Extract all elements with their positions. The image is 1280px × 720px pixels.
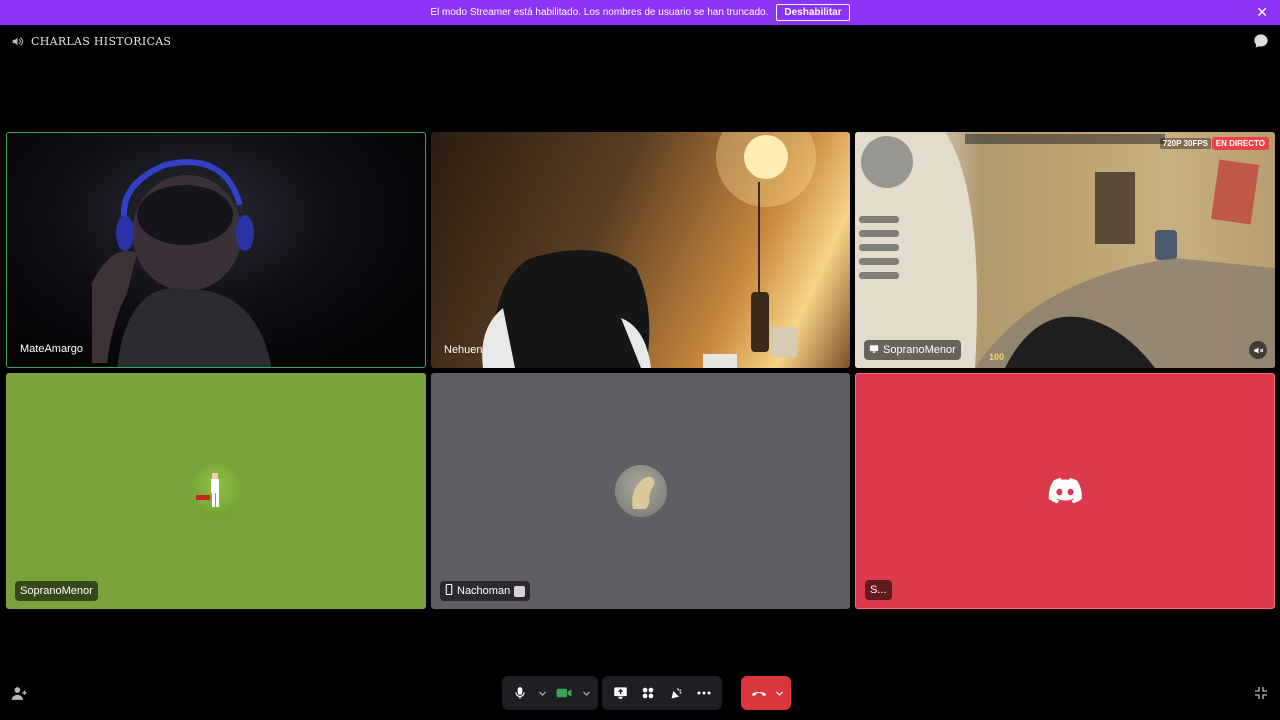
actions-control-group — [602, 676, 722, 710]
placeholder-tile[interactable]: S... — [855, 373, 1275, 609]
microphone-icon[interactable] — [508, 681, 532, 705]
participant-name-tag: S... — [865, 580, 892, 600]
chevron-down-icon[interactable] — [773, 681, 785, 705]
camera-feed — [92, 159, 272, 367]
participant-name: S... — [870, 584, 887, 596]
participant-name: Nachoman — [457, 585, 511, 597]
chevron-down-icon[interactable] — [536, 681, 548, 705]
stream-tile-sopranomenor[interactable]: 720P 30FPS EN DIRECTO SopranoMenor 100 — [855, 132, 1275, 368]
chevron-down-icon[interactable] — [580, 681, 592, 705]
banner-message: El modo Streamer está habilitado. Los no… — [430, 7, 769, 18]
disable-streamer-mode-button[interactable]: Deshabilitar — [776, 4, 850, 21]
mobile-device-icon — [445, 583, 453, 598]
video-tile-nehuen[interactable]: Nehuen — [431, 132, 850, 368]
speaker-icon — [11, 34, 25, 48]
avatar-tile-sopranomenor[interactable]: SopranoMenor — [6, 373, 426, 609]
participant-name-tag: Nachoman — [440, 581, 531, 601]
participant-name: Nehuen — [444, 344, 483, 356]
participant-name: MateAmargo — [20, 343, 83, 355]
video-tile-mateamargo[interactable]: MateAmargo — [6, 132, 426, 368]
chat-bubble-icon[interactable] — [1253, 33, 1269, 49]
exit-fullscreen-icon[interactable] — [1253, 685, 1269, 701]
soundboard-icon[interactable] — [664, 681, 688, 705]
hang-up-icon[interactable] — [747, 681, 771, 705]
participant-name-tag: Nehuen — [440, 340, 488, 360]
camera-feed — [482, 132, 816, 368]
more-icon[interactable] — [692, 681, 716, 705]
status-emoji-icon — [514, 585, 526, 597]
screen-share-icon — [869, 344, 879, 357]
participant-name-tag: MateAmargo — [16, 339, 88, 359]
mute-stream-icon[interactable] — [1249, 341, 1267, 359]
mic-control-group — [502, 676, 598, 710]
participant-name: SopranoMenor — [883, 344, 956, 356]
stream-feed — [855, 132, 1275, 368]
camera-icon[interactable] — [552, 681, 576, 705]
participant-name-tag: SopranoMenor — [864, 340, 961, 360]
stream-resolution-badge: 720P 30FPS — [1159, 138, 1211, 149]
banner-close-icon[interactable]: ✕ — [1256, 4, 1268, 20]
avatar-tile-nachoman[interactable]: Nachoman — [431, 373, 850, 609]
game-health-value: 100 — [989, 352, 1005, 362]
streamer-mode-banner: El modo Streamer está habilitado. Los no… — [0, 0, 1280, 25]
activities-icon[interactable] — [636, 681, 660, 705]
participant-name: SopranoMenor — [20, 585, 93, 597]
avatar — [190, 465, 242, 517]
call-header: CHARLAS HISTORICAS — [0, 25, 1280, 57]
invite-to-voice-icon[interactable] — [11, 685, 28, 702]
channel-name: CHARLAS HISTORICAS — [31, 34, 172, 48]
call-controls — [502, 676, 791, 710]
participant-name-tag: SopranoMenor — [15, 581, 98, 601]
screen-share-icon[interactable] — [608, 681, 632, 705]
discord-logo-icon — [1048, 478, 1082, 504]
live-badge: EN DIRECTO — [1211, 137, 1269, 150]
disconnect-button[interactable] — [741, 676, 791, 710]
avatar — [614, 465, 667, 517]
